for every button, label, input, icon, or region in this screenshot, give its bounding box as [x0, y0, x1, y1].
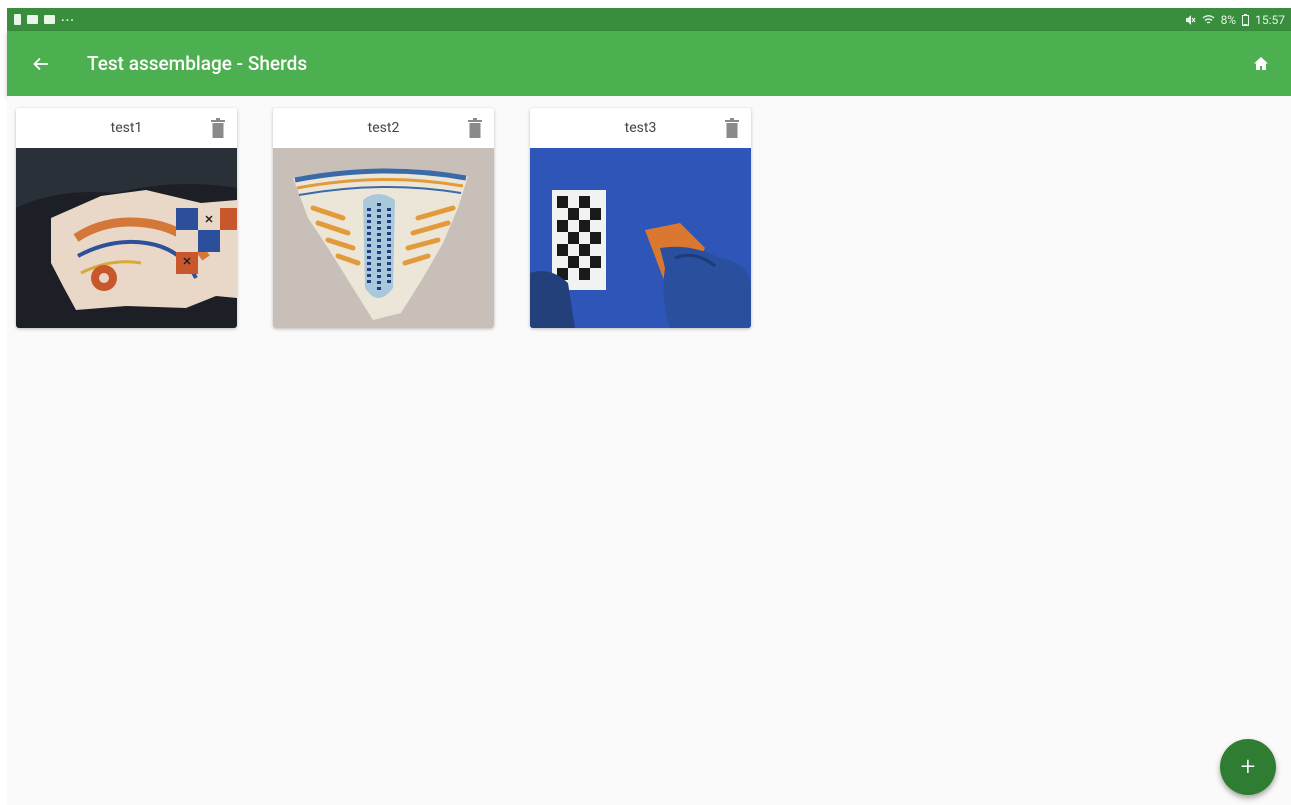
sherd-name: test3: [624, 120, 657, 136]
trash-icon: [725, 118, 739, 138]
sherd-name: test1: [110, 120, 143, 136]
status-left-icons: ···: [14, 13, 75, 27]
status-time: 15:57: [1255, 12, 1285, 27]
card-header: test1: [16, 108, 237, 148]
sherd-card[interactable]: test2: [273, 108, 494, 328]
sherd-card[interactable]: test3: [530, 108, 751, 328]
delete-button[interactable]: [464, 115, 486, 141]
add-sherd-button[interactable]: +: [1220, 739, 1276, 795]
status-right-icons: 8% 15:57: [1184, 13, 1285, 27]
sim-icon: [14, 14, 21, 25]
sherd-photo[interactable]: [530, 148, 751, 328]
sherd-name: test2: [367, 120, 400, 136]
app-bar: Test assemblage - Sherds: [7, 31, 1291, 96]
battery-icon: [1242, 13, 1250, 26]
arrow-back-icon: [33, 57, 48, 70]
card-header: test2: [273, 108, 494, 148]
back-button[interactable]: [19, 42, 63, 86]
more-notifications-icon: ···: [61, 12, 75, 27]
sherd-photo[interactable]: [273, 148, 494, 328]
delete-button[interactable]: [721, 115, 743, 141]
home-button[interactable]: [1239, 41, 1283, 85]
battery-percent: 8%: [1220, 12, 1237, 27]
sherd-photo[interactable]: [16, 148, 237, 328]
trash-icon: [211, 118, 225, 138]
mute-icon: [1185, 14, 1196, 25]
status-bar: ··· 8% 15:57: [7, 8, 1291, 31]
home-icon: [1254, 56, 1268, 70]
add-icon: +: [1240, 752, 1256, 782]
page-title: Test assemblage - Sherds: [87, 52, 308, 75]
trash-icon: [468, 118, 482, 138]
delete-button[interactable]: [207, 115, 229, 141]
gallery-icon: [27, 15, 38, 24]
wifi-icon: [1202, 14, 1215, 24]
sherd-card[interactable]: test1: [16, 108, 237, 328]
card-header: test3: [530, 108, 751, 148]
message-icon: [44, 15, 55, 24]
sherd-grid: test1 test2 test3: [7, 96, 1291, 805]
